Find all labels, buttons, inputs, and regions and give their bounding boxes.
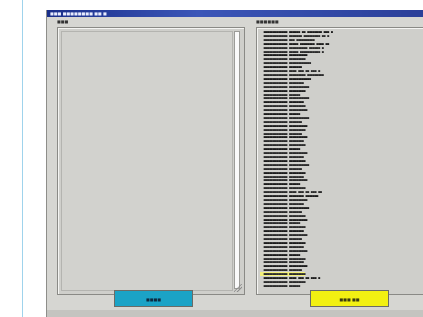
right-action-button[interactable]: ■■■ ■■ bbox=[310, 290, 389, 307]
left-panel-label: ■■■ bbox=[57, 19, 69, 24]
right-panel-label: ■■■■■■ bbox=[256, 19, 279, 24]
left-action-button[interactable]: ■■■■ bbox=[114, 290, 193, 307]
resize-grip-icon[interactable] bbox=[234, 284, 242, 292]
input-panel bbox=[57, 27, 245, 295]
document-page: ■■■ ■■■■■■■■ ■■ ■ ■■■ ■■■■■■ ■■■■■■■■■■■… bbox=[0, 0, 423, 317]
window-title: ■■■ ■■■■■■■■ ■■ ■ bbox=[47, 10, 423, 17]
page-margin-line bbox=[22, 0, 23, 317]
app-window: ■■■ ■■■■■■■■ ■■ ■ ■■■ ■■■■■■ ■■■■■■■■■■■… bbox=[46, 10, 423, 317]
log-output[interactable]: ■■■■■■■■■■■■■ ■■■■■■ ■■ ■■■■■■■■ ■■■ ■ ■… bbox=[260, 31, 420, 289]
log-panel: ■■■■■■■■■■■■■ ■■■■■■ ■■ ■■■■■■■■ ■■■ ■ ■… bbox=[256, 27, 423, 295]
window-bottom-edge bbox=[47, 310, 423, 317]
input-scrollbar[interactable] bbox=[234, 31, 240, 289]
input-textarea[interactable] bbox=[61, 31, 233, 291]
log-line: ■■■■■■■■■■■■■ ■■■■■■ bbox=[260, 283, 301, 288]
